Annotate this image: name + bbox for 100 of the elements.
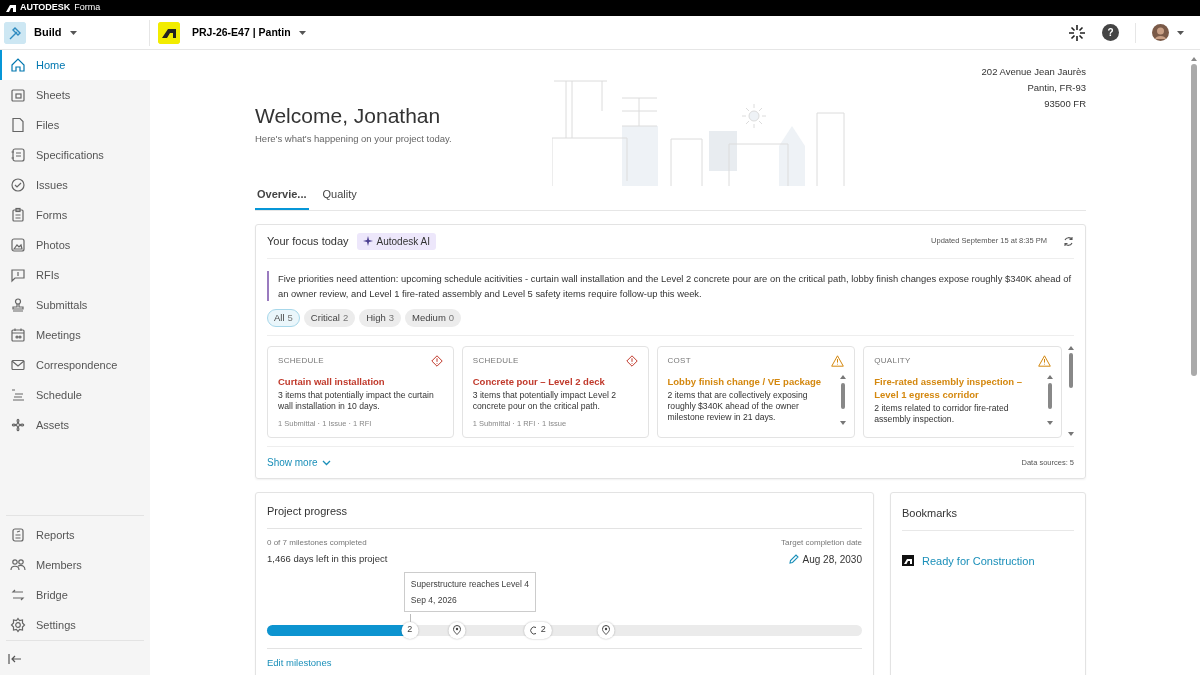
caret-icon[interactable] bbox=[1177, 30, 1184, 35]
file-icon bbox=[10, 117, 26, 133]
card-title: Your focus today bbox=[267, 233, 349, 249]
stamp-icon bbox=[10, 297, 26, 313]
pin-marker[interactable] bbox=[448, 621, 466, 639]
warning-diamond-icon bbox=[430, 354, 443, 367]
document-list-icon bbox=[10, 147, 26, 163]
caret-icon bbox=[69, 30, 77, 35]
mail-icon bbox=[10, 357, 26, 373]
target-date: Aug 28, 2030 bbox=[802, 552, 862, 567]
card-category: COST bbox=[667, 354, 691, 367]
help-button[interactable]: ? bbox=[1102, 24, 1119, 41]
refresh-icon[interactable] bbox=[1063, 235, 1074, 247]
welcome-subtitle: Here's what's happening on your project today. bbox=[255, 131, 452, 146]
home-icon bbox=[10, 57, 26, 73]
scrollbar[interactable] bbox=[1047, 374, 1053, 425]
edit-milestones-link[interactable]: Edit milestones bbox=[267, 656, 332, 668]
product-name: Forma bbox=[74, 1, 101, 15]
pin-icon bbox=[601, 625, 611, 635]
sidebar-item[interactable]: Assets bbox=[0, 410, 150, 440]
address-line: 93500 FR bbox=[1043, 97, 1086, 111]
swap-arrows-icon bbox=[10, 587, 26, 603]
milestone-count[interactable]: 2 bbox=[401, 621, 419, 639]
card-heading: Fire-rated assembly inspection – Level 1 egress corridor bbox=[874, 374, 1024, 401]
filter-chip[interactable]: All 5 bbox=[267, 308, 300, 327]
sidebar-item[interactable]: Schedule bbox=[0, 380, 150, 410]
scrollbar[interactable] bbox=[1190, 56, 1198, 378]
card-text: 3 items that potentially impact Level 2 concrete pour on the critical path. bbox=[472, 389, 618, 412]
insight-card[interactable]: QUALITY Fire-rated assembly inspection – Level 1 egress corridor 2 items related to corridor fire-rated assembly inspection. bbox=[863, 345, 1062, 438]
welcome-heading: Welcome, Jonathan bbox=[255, 103, 442, 129]
warning-diamond-icon bbox=[625, 354, 638, 367]
sidebar-item[interactable]: Specifications bbox=[0, 140, 150, 170]
sidebar-item[interactable]: Settings bbox=[0, 610, 150, 640]
chevron-down-icon bbox=[321, 459, 331, 466]
sidebar-item[interactable]: Members bbox=[0, 550, 150, 580]
collapse-sidebar-icon[interactable] bbox=[8, 652, 22, 665]
ai-badge: Autodesk AI bbox=[356, 232, 436, 250]
people-icon bbox=[10, 557, 26, 573]
settings-icon bbox=[10, 617, 26, 633]
project-switcher[interactable]: PRJ-26-E47 | Pantin bbox=[192, 24, 306, 41]
sidebar-item[interactable]: Reports bbox=[0, 520, 150, 550]
sidebar-item[interactable]: Correspondence bbox=[0, 350, 150, 380]
summary-text: Five priorities need attention: upcoming schedule acitivities - curtain wall installation and the Level 2 concrete pour are on the critical path, lobby finish changes expose roughly $340K ahead of an owner review, and Level 1 fire-rated assembly and Level 5 safety items require follow-up this week. bbox=[267, 270, 1074, 301]
card-heading: Concrete pour – Level 2 deck bbox=[472, 374, 606, 388]
logo-icon bbox=[6, 4, 16, 12]
sparkle-icon[interactable] bbox=[1068, 23, 1086, 42]
target-date-label: Target completion date bbox=[781, 536, 862, 549]
app-switcher[interactable]: Build bbox=[34, 24, 77, 41]
days-left-text: 1,466 days left in this project bbox=[267, 551, 388, 566]
show-more-link[interactable]: Show more bbox=[267, 455, 331, 470]
sidebar-item[interactable]: Forms bbox=[0, 200, 150, 230]
card-category: QUALITY bbox=[874, 354, 911, 367]
scrollbar[interactable] bbox=[840, 374, 847, 425]
bookmark-link[interactable]: Ready for Construction bbox=[922, 552, 1035, 569]
insight-card[interactable]: COST Lobby finish change / VE package 2 items that are collectively exposing roughly $340K ahead of the owner milestone review in 21 days. bbox=[656, 345, 856, 438]
fan-icon bbox=[10, 417, 26, 433]
tooltip-date: Sep 4, 2026 bbox=[410, 593, 458, 607]
sidebar-item[interactable]: Photos bbox=[0, 230, 150, 260]
card-heading: Lobby finish change / VE package bbox=[667, 374, 823, 388]
sidebar-item[interactable]: RFIs bbox=[0, 260, 150, 290]
avatar[interactable] bbox=[1152, 24, 1169, 41]
sidebar-item[interactable]: Home bbox=[0, 50, 150, 80]
card-text: 2 items related to corridor fire-rated assembly inspection. bbox=[874, 402, 1010, 425]
card-heading: Curtain wall installation bbox=[278, 374, 386, 388]
clipboard-icon bbox=[10, 207, 26, 223]
card-text: 3 items that potentially impact the curtain wall installation in 10 days. bbox=[278, 389, 435, 412]
leader-line bbox=[409, 613, 411, 622]
tab[interactable]: Overvie... bbox=[255, 182, 309, 210]
sidebar-item[interactable]: Meetings bbox=[0, 320, 150, 350]
calendar-icon bbox=[10, 327, 26, 343]
bookmark-logo-icon bbox=[902, 555, 914, 567]
hammer-icon bbox=[4, 21, 26, 44]
pin-icon bbox=[452, 625, 462, 635]
sheet-icon bbox=[10, 87, 26, 103]
sidebar-item[interactable]: Sheets bbox=[0, 80, 150, 110]
address-line: 202 Avenue Jean Jaurès bbox=[981, 65, 1086, 79]
sparkle-icon bbox=[362, 236, 373, 246]
pin-marker[interactable] bbox=[597, 621, 615, 639]
scrollbar[interactable] bbox=[1068, 345, 1074, 436]
caret-icon bbox=[298, 30, 306, 35]
milestones-text: 0 of 7 milestones completed bbox=[267, 536, 368, 549]
image-icon bbox=[10, 237, 26, 253]
filter-chip[interactable]: Medium 0 bbox=[405, 308, 462, 327]
card-category: SCHEDULE bbox=[278, 354, 324, 367]
filter-chip[interactable]: High 3 bbox=[359, 308, 402, 327]
brand-name: AUTODESK bbox=[20, 1, 71, 15]
tab[interactable]: Quality bbox=[320, 182, 359, 210]
filter-chip[interactable]: Critical 2 bbox=[303, 308, 356, 327]
card-category: SCHEDULE bbox=[472, 354, 519, 367]
warning-triangle-icon bbox=[831, 354, 845, 367]
sidebar-item[interactable]: Submittals bbox=[0, 290, 150, 320]
sidebar-item[interactable]: Files bbox=[0, 110, 150, 140]
card-title: Bookmarks bbox=[902, 505, 1074, 531]
sidebar-item[interactable]: Bridge bbox=[0, 580, 150, 610]
address-line: Pantin, FR-93 bbox=[1026, 81, 1086, 95]
pencil-icon[interactable] bbox=[788, 554, 799, 564]
sidebar-item[interactable]: Issues bbox=[0, 170, 150, 200]
project-logo-icon bbox=[158, 21, 180, 44]
card-text: 2 items that are collectively exposing roughly $340K ahead of the owner milestone review in 21 days. bbox=[667, 389, 809, 423]
milestone-cluster[interactable]: 2 bbox=[523, 621, 552, 639]
